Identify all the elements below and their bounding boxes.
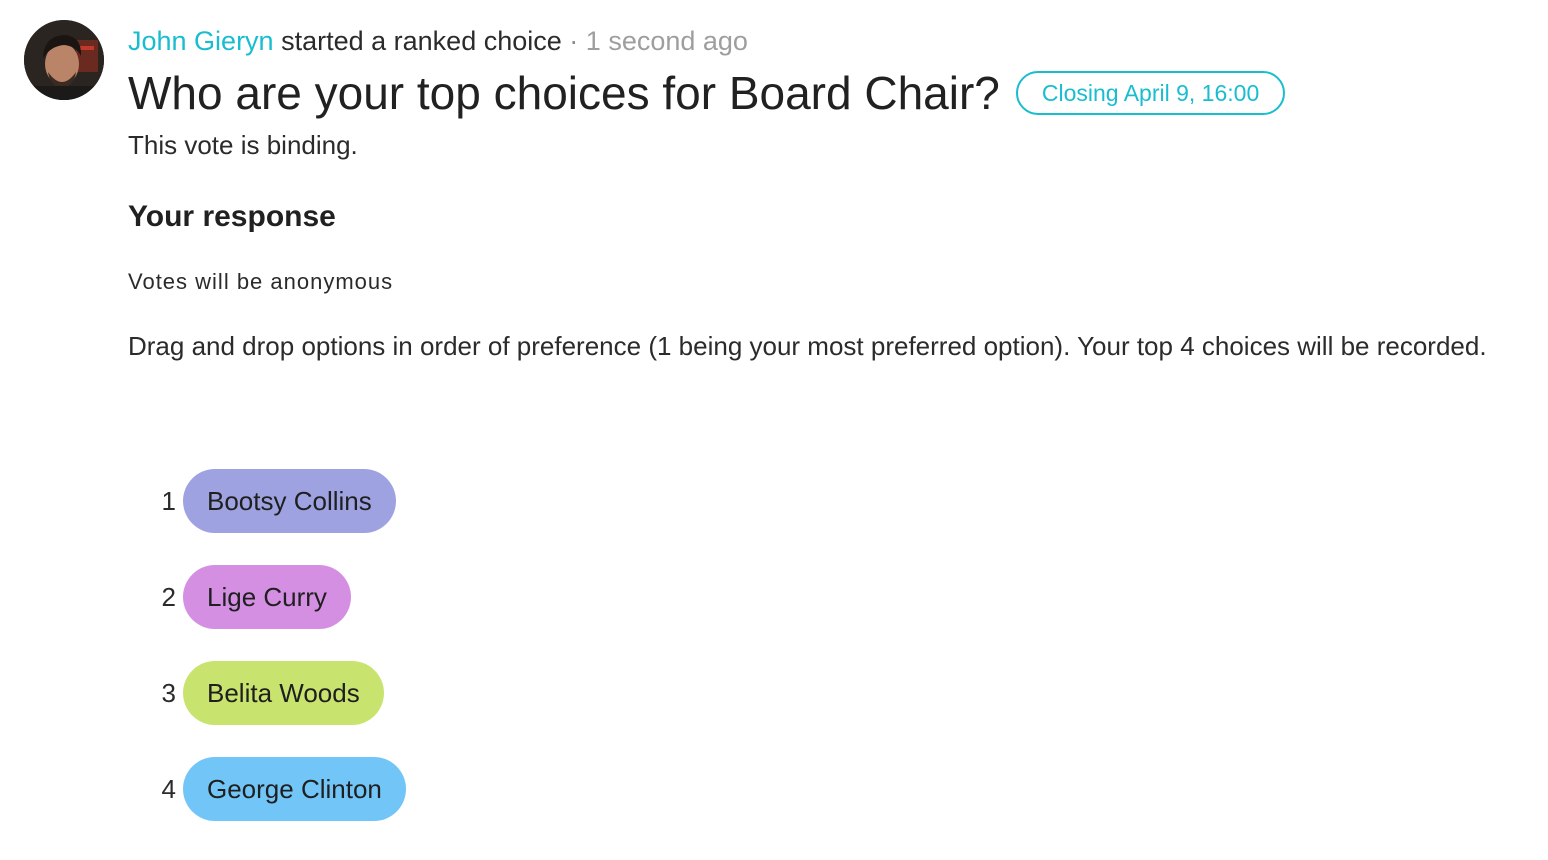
ranked-option-row: 2 Lige Curry	[148, 565, 406, 629]
option-chip-lige-curry[interactable]: Lige Curry	[183, 565, 351, 629]
ranked-option-row: 4 George Clinton	[148, 757, 406, 821]
closing-date-chip[interactable]: Closing April 9, 16:00	[1015, 71, 1286, 115]
activity-header: John Gieryn started a ranked choice · 1 …	[128, 24, 748, 58]
rank-number: 4	[161, 773, 176, 804]
activity-action-text: started a ranked choice	[281, 26, 562, 56]
author-name-link[interactable]: John Gieryn	[128, 26, 274, 56]
option-chip-george-clinton[interactable]: George Clinton	[183, 757, 406, 821]
ranked-options-list: 1 Bootsy Collins 2 Lige Curry 3 Belita W…	[148, 469, 406, 853]
option-chip-belita-woods[interactable]: Belita Woods	[183, 661, 384, 725]
author-avatar[interactable]	[24, 20, 104, 100]
rank-number: 2	[161, 581, 176, 612]
rank-number: 1	[161, 485, 176, 516]
ranking-instructions: Drag and drop options in order of prefer…	[128, 331, 1487, 361]
avatar-photo	[24, 20, 104, 100]
header-separator: ·	[569, 26, 579, 56]
anonymity-note: Votes will be anonymous	[128, 269, 394, 294]
poll-details: This vote is binding.	[128, 130, 358, 160]
your-response-heading: Your response	[128, 200, 336, 233]
ranked-option-row: 3 Belita Woods	[148, 661, 406, 725]
rank-number: 3	[161, 677, 176, 708]
poll-title: Who are your top choices for Board Chair…	[128, 67, 1000, 119]
poll-title-row: Who are your top choices for Board Chair…	[128, 62, 1286, 124]
option-chip-bootsy-collins[interactable]: Bootsy Collins	[183, 469, 396, 533]
ranked-option-row: 1 Bootsy Collins	[148, 469, 406, 533]
activity-timestamp: 1 second ago	[585, 26, 748, 56]
